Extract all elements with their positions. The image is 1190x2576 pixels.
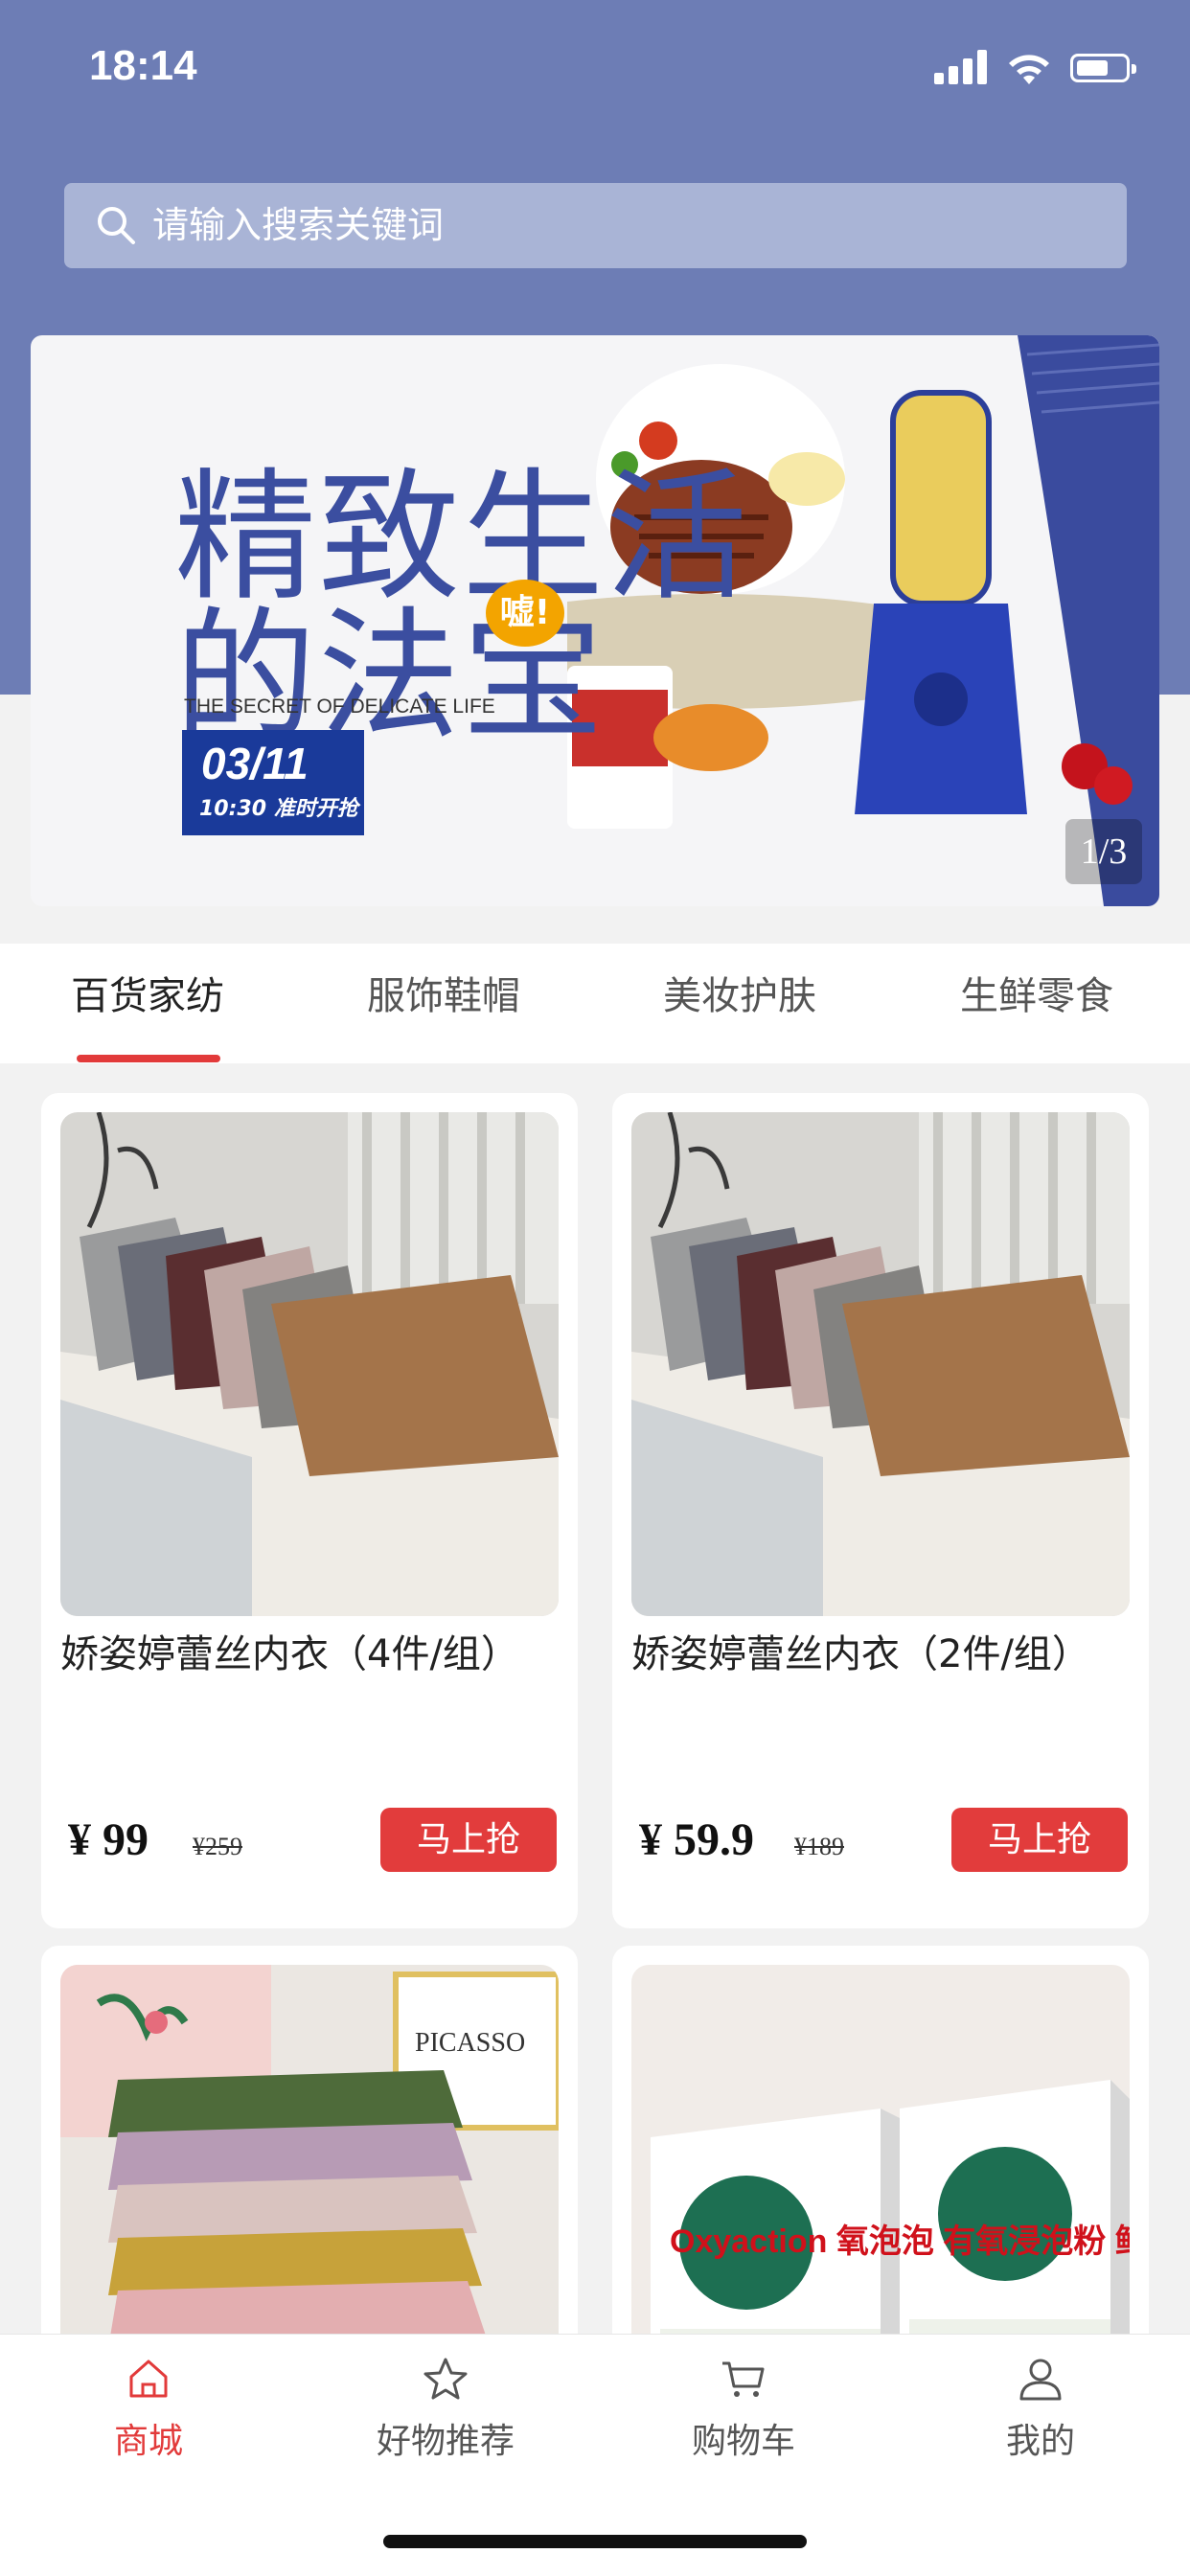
banner-date-badge: 03/11 10:30 准时开抢 <box>182 730 364 835</box>
oxyaction-label: Oxyaction 氧泡泡 有氧浸泡粉 鲜氧颗粒 <box>670 2223 1130 2260</box>
star-icon <box>423 2358 468 2400</box>
picasso-card-text: PICASSO <box>415 2028 525 2058</box>
product-card[interactable]: 娇姿婷蕾丝内衣（4件/组） ¥ 99 ¥259 马上抢 <box>41 1093 578 1928</box>
product-name: 娇姿婷蕾丝内衣（4件/组） <box>60 1632 519 1676</box>
category-tabs: 百货家纺 服饰鞋帽 美妆护肤 生鲜零食 <box>0 944 1190 1063</box>
search-icon <box>98 207 135 244</box>
buy-now-button[interactable]: 马上抢 <box>380 1808 557 1872</box>
banner-bubble: 嘘! <box>486 580 564 647</box>
search-bar[interactable]: 请输入搜索关键词 <box>64 183 1127 268</box>
promo-banner[interactable]: 精致生活 的法宝 嘘! THE SECRET OF DELICATE LIFE … <box>31 335 1159 906</box>
status-bar: 18:14 <box>0 0 1190 144</box>
signal-icon <box>934 50 992 84</box>
tab-meizhuang[interactable]: 美妆护肤 <box>663 944 816 1063</box>
wifi-icon <box>1009 55 1049 84</box>
product-price: ¥ 59.9 <box>639 1814 754 1865</box>
tabbar-item-mall[interactable]: 商城 <box>53 2354 244 2463</box>
product-image <box>60 1112 559 1616</box>
product-name: 娇姿婷蕾丝内衣（2件/组） <box>631 1632 1090 1676</box>
tabbar-item-cart[interactable]: 购物车 <box>648 2354 839 2463</box>
product-old-price: ¥189 <box>794 1833 844 1860</box>
status-time: 18:14 <box>89 42 197 89</box>
tabbar-item-recommend[interactable]: 好物推荐 <box>350 2354 541 2463</box>
tabbar-label: 购物车 <box>691 2422 795 2461</box>
banner-subtitle: THE SECRET OF DELICATE LIFE <box>184 695 495 718</box>
active-tab-indicator <box>77 1055 220 1062</box>
user-icon <box>1019 2359 1062 2401</box>
tab-shengxian[interactable]: 生鲜零食 <box>960 944 1113 1063</box>
tabbar-label: 好物推荐 <box>376 2422 515 2461</box>
banner-page-indicator: 1/3 <box>1065 819 1142 884</box>
battery-icon <box>1070 54 1136 82</box>
tab-fushi[interactable]: 服饰鞋帽 <box>367 944 520 1063</box>
home-icon <box>129 2359 168 2398</box>
cart-icon <box>722 2361 765 2397</box>
status-icons <box>934 50 1136 88</box>
banner-time: 10:30 准时开抢 <box>199 797 358 821</box>
tabbar-label: 商城 <box>113 2422 183 2461</box>
home-indicator <box>383 2535 807 2548</box>
search-input[interactable]: 请输入搜索关键词 <box>152 183 444 268</box>
tab-baihuo[interactable]: 百货家纺 <box>71 944 224 1063</box>
banner-date: 03/11 <box>201 739 309 788</box>
product-card[interactable]: 娇姿婷蕾丝内衣（2件/组） ¥ 59.9 ¥189 马上抢 <box>612 1093 1149 1928</box>
tabbar-item-me[interactable]: 我的 <box>945 2354 1136 2463</box>
tabbar-label: 我的 <box>1005 2422 1075 2461</box>
product-price: ¥ 99 <box>68 1814 149 1865</box>
product-old-price: ¥259 <box>193 1833 242 1860</box>
product-image <box>631 1112 1130 1616</box>
buy-now-button[interactable]: 马上抢 <box>951 1808 1128 1872</box>
